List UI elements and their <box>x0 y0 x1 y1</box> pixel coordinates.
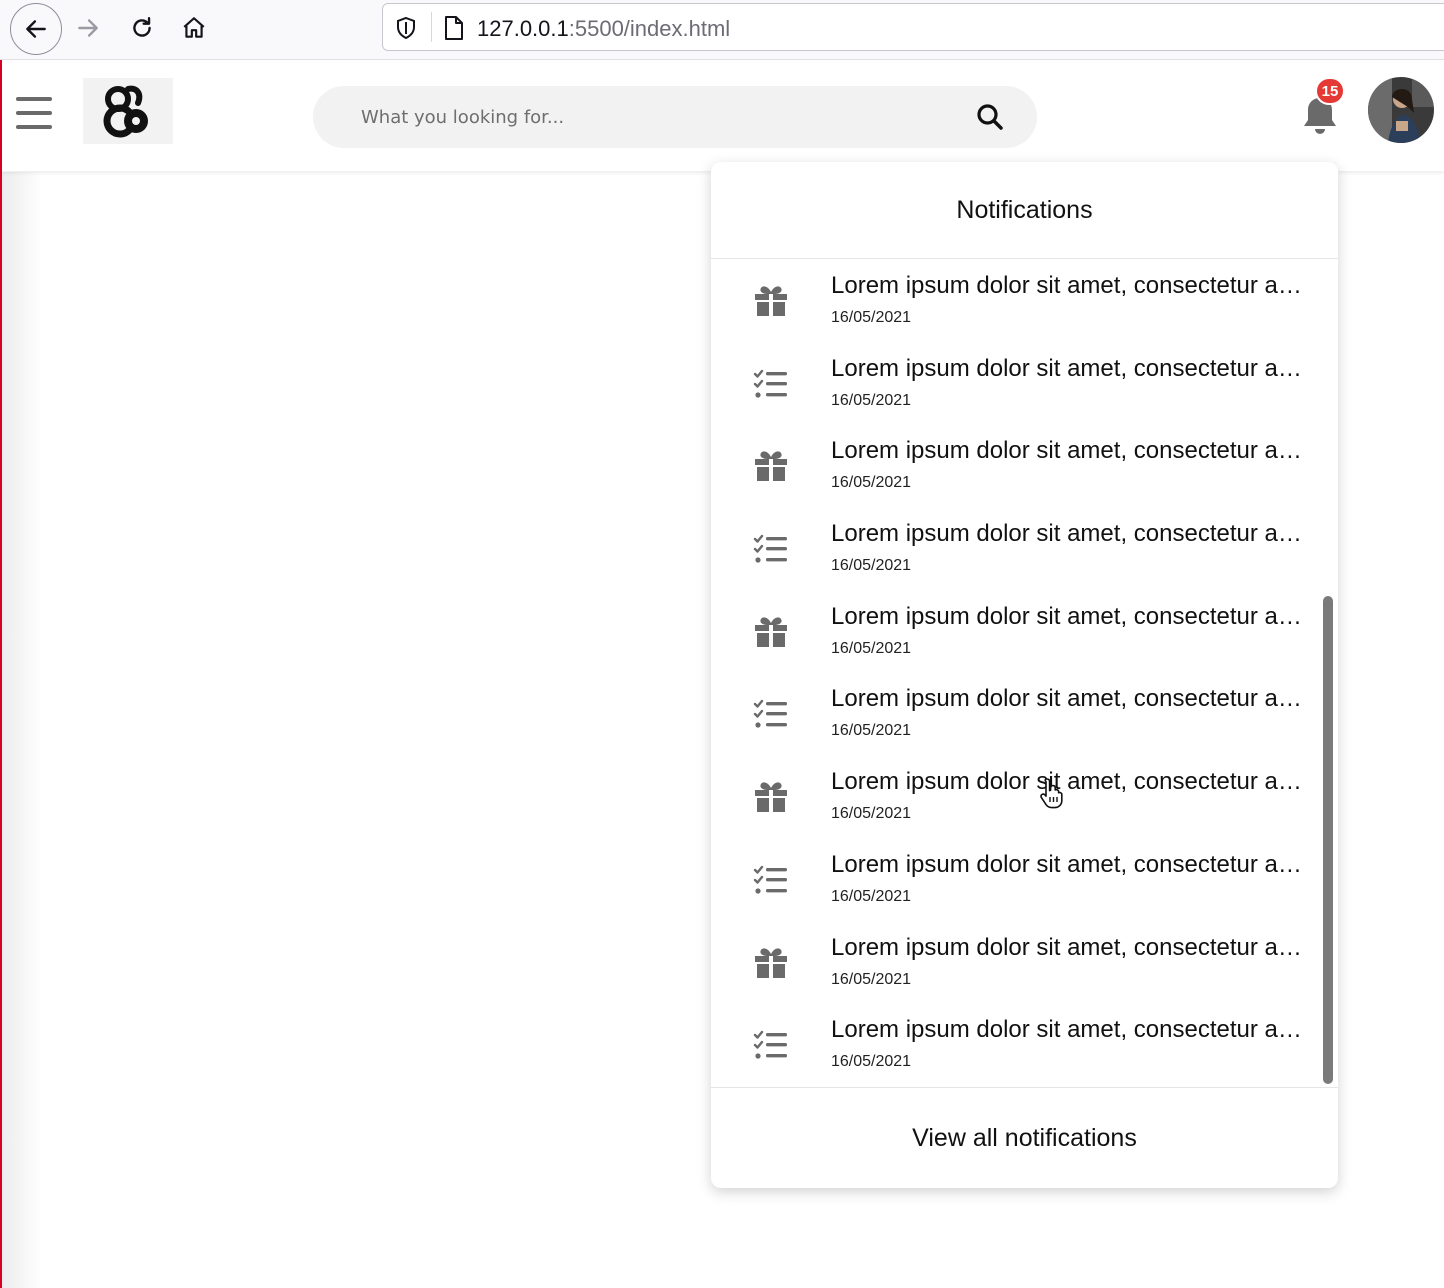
checklist-icon <box>752 1026 790 1064</box>
hand-cursor-icon <box>1038 776 1066 815</box>
checklist-icon <box>752 695 790 733</box>
notification-count-badge: 15 <box>1315 77 1345 105</box>
notification-item[interactable]: Lorem ipsum dolor sit amet, consectetur … <box>711 508 1338 591</box>
reload-button[interactable] <box>118 4 166 52</box>
checklist-icon <box>752 365 790 403</box>
notification-item[interactable]: Lorem ipsum dolor sit amet, consectetur … <box>711 839 1338 922</box>
home-icon <box>183 17 205 38</box>
home-button[interactable] <box>170 4 218 52</box>
shield-icon[interactable] <box>395 16 417 45</box>
gift-icon <box>752 613 790 651</box>
notification-text: Lorem ipsum dolor sit amet, consectetur … <box>831 520 1313 548</box>
search-icon[interactable] <box>975 102 1005 137</box>
app-header: 15 <box>2 61 1444 171</box>
notification-item[interactable]: Lorem ipsum dolor sit amet, consectetur … <box>711 756 1338 839</box>
notification-date: 16/05/2021 <box>831 722 912 740</box>
notifications-title: Notifications <box>711 162 1338 259</box>
url-bar[interactable]: 127.0.0.1:5500/index.html <box>382 3 1444 51</box>
arrow-left-icon <box>26 20 46 38</box>
notification-date: 16/05/2021 <box>831 557 912 575</box>
notification-date: 16/05/2021 <box>831 639 912 657</box>
notification-text: Lorem ipsum dolor sit amet, consectetur … <box>831 437 1313 465</box>
gift-icon <box>752 447 790 485</box>
notification-item[interactable]: Lorem ipsum dolor sit amet, consectetur … <box>711 922 1338 1005</box>
view-all-notifications-button[interactable]: View all notifications <box>711 1087 1338 1188</box>
checklist-icon <box>752 530 790 568</box>
logo[interactable] <box>83 78 173 144</box>
checklist-icon <box>752 861 790 899</box>
notification-text: Lorem ipsum dolor sit amet, consectetur … <box>831 850 1313 878</box>
logo-mark-icon <box>103 85 148 138</box>
user-photo <box>1368 77 1434 143</box>
notification-item[interactable]: Lorem ipsum dolor sit amet, consectetur … <box>711 591 1338 674</box>
notifications-list[interactable]: Lorem ipsum dolor sit amet, consectetur … <box>711 260 1338 1086</box>
notification-text: Lorem ipsum dolor sit amet, consectetur … <box>831 602 1313 630</box>
url-path: :5500/index.html <box>568 16 731 41</box>
arrow-right-icon <box>78 19 98 37</box>
notification-item[interactable]: Lorem ipsum dolor sit amet, consectetur … <box>711 343 1338 426</box>
search-input[interactable] <box>361 102 961 132</box>
url-text[interactable]: 127.0.0.1:5500/index.html <box>477 16 730 42</box>
notification-date: 16/05/2021 <box>831 805 912 823</box>
gift-icon <box>752 282 790 320</box>
url-divider <box>431 12 432 42</box>
page-icon <box>443 15 465 46</box>
gift-icon <box>752 778 790 816</box>
scrollbar-thumb[interactable] <box>1323 596 1333 1084</box>
notification-item[interactable]: Lorem ipsum dolor sit amet, consectetur … <box>711 260 1338 343</box>
notification-date: 16/05/2021 <box>831 391 912 409</box>
notification-text: Lorem ipsum dolor sit amet, consectetur … <box>831 768 1313 796</box>
notification-item[interactable]: Lorem ipsum dolor sit amet, consectetur … <box>711 1004 1338 1087</box>
back-button[interactable] <box>10 3 62 55</box>
notification-date: 16/05/2021 <box>831 1053 912 1071</box>
notification-text: Lorem ipsum dolor sit amet, consectetur … <box>831 272 1313 299</box>
notification-date: 16/05/2021 <box>831 970 912 988</box>
forward-button[interactable] <box>64 4 112 52</box>
notifications-panel: Notifications Lorem ipsum dolor sit amet… <box>711 162 1338 1188</box>
avatar[interactable] <box>1368 77 1434 143</box>
notification-text: Lorem ipsum dolor sit amet, consectetur … <box>831 933 1313 961</box>
notification-item[interactable]: Lorem ipsum dolor sit amet, consectetur … <box>711 673 1338 756</box>
sidebar-shadow <box>2 172 42 1288</box>
search-bar <box>313 86 1037 148</box>
reload-icon <box>133 17 151 37</box>
notification-date: 16/05/2021 <box>831 887 912 905</box>
browser-toolbar: 127.0.0.1:5500/index.html <box>0 0 1444 60</box>
notification-text: Lorem ipsum dolor sit amet, consectetur … <box>831 1016 1313 1044</box>
gift-icon <box>752 944 790 982</box>
notification-date: 16/05/2021 <box>831 309 912 326</box>
url-host: 127.0.0.1 <box>477 16 569 41</box>
notification-item[interactable]: Lorem ipsum dolor sit amet, consectetur … <box>711 425 1338 508</box>
notification-date: 16/05/2021 <box>831 474 912 492</box>
notification-text: Lorem ipsum dolor sit amet, consectetur … <box>831 354 1313 382</box>
notification-text: Lorem ipsum dolor sit amet, consectetur … <box>831 685 1313 713</box>
hamburger-menu-icon[interactable] <box>16 97 52 129</box>
